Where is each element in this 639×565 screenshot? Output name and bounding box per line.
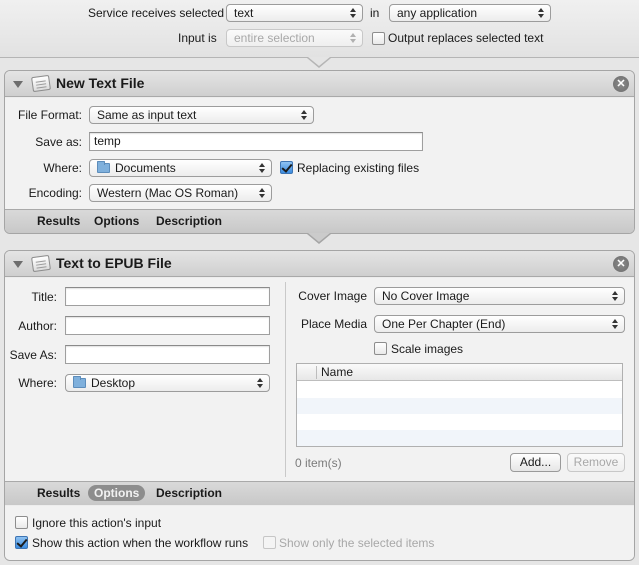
folder-icon bbox=[97, 161, 110, 173]
author-label: Author: bbox=[18, 319, 57, 333]
popup-arrows-icon bbox=[612, 290, 618, 302]
new-text-file-action: New Text File ✕ File Format: Same as inp… bbox=[4, 70, 635, 234]
save-as-label: Save as: bbox=[35, 135, 82, 149]
input-type-popup[interactable]: text bbox=[226, 4, 363, 22]
where-label: Where: bbox=[18, 376, 57, 390]
place-media-label: Place Media bbox=[300, 317, 367, 331]
where-popup[interactable]: Documents bbox=[89, 159, 272, 177]
column-separator bbox=[316, 366, 317, 379]
file-format-popup[interactable]: Same as input text bbox=[89, 106, 314, 124]
encoding-value: Western (Mac OS Roman) bbox=[97, 186, 239, 200]
table-row bbox=[297, 414, 622, 430]
connector-notch-fill bbox=[308, 57, 330, 66]
action-footer: Results Options Description bbox=[5, 209, 634, 233]
popup-arrows-icon bbox=[350, 7, 356, 19]
replacing-label: Replacing existing files bbox=[297, 161, 420, 175]
disclosure-triangle-icon[interactable] bbox=[13, 261, 23, 268]
remove-button[interactable]: Remove bbox=[567, 453, 625, 472]
place-media-value: One Per Chapter (End) bbox=[382, 317, 506, 331]
tab-results[interactable]: Results bbox=[31, 213, 86, 229]
popup-arrows-icon bbox=[301, 109, 307, 121]
where-label: Where: bbox=[43, 161, 82, 175]
action-header[interactable]: Text to EPUB File ✕ bbox=[5, 251, 634, 277]
popup-arrows-icon bbox=[257, 377, 263, 389]
cover-image-popup[interactable]: No Cover Image bbox=[374, 287, 625, 305]
table-row bbox=[297, 382, 622, 398]
popup-arrows-icon bbox=[538, 7, 544, 19]
close-icon[interactable]: ✕ bbox=[613, 256, 629, 272]
scale-images-label: Scale images bbox=[391, 342, 464, 356]
table-row bbox=[297, 430, 622, 446]
text-to-epub-action: Text to EPUB File ✕ Title: Author: Save … bbox=[4, 250, 635, 561]
encoding-popup[interactable]: Western (Mac OS Roman) bbox=[89, 184, 272, 202]
action-footer: Results Options Description bbox=[5, 481, 634, 505]
table-row bbox=[297, 398, 622, 414]
input-is-value: entire selection bbox=[234, 31, 315, 45]
close-icon[interactable]: ✕ bbox=[613, 76, 629, 92]
file-format-label: File Format: bbox=[17, 108, 82, 122]
tab-description[interactable]: Description bbox=[150, 213, 228, 229]
table-header: Name bbox=[297, 364, 622, 381]
column-divider bbox=[285, 282, 286, 477]
in-label: in bbox=[370, 6, 380, 20]
input-type-value: text bbox=[234, 6, 254, 20]
where-value: Desktop bbox=[91, 376, 136, 390]
application-value: any application bbox=[397, 6, 478, 20]
replacing-checkbox[interactable] bbox=[280, 161, 293, 174]
title-label: Title: bbox=[31, 290, 57, 304]
cover-image-label: Cover Image bbox=[298, 289, 367, 303]
action-title: New Text File bbox=[56, 75, 145, 91]
folder-icon bbox=[73, 376, 86, 388]
add-button[interactable]: Add... bbox=[510, 453, 561, 472]
input-is-label: Input is bbox=[178, 31, 217, 45]
popup-arrows-icon bbox=[612, 318, 618, 330]
application-popup[interactable]: any application bbox=[389, 4, 551, 22]
show-action-checkbox[interactable] bbox=[15, 536, 28, 549]
where-value: Documents bbox=[115, 161, 176, 175]
save-as-field[interactable]: temp bbox=[89, 132, 423, 151]
tab-results[interactable]: Results bbox=[31, 485, 86, 501]
output-replaces-checkbox[interactable] bbox=[372, 32, 385, 45]
tab-options[interactable]: Options bbox=[88, 485, 146, 501]
disclosure-triangle-icon[interactable] bbox=[13, 81, 23, 88]
connector-notch-fill bbox=[308, 233, 330, 242]
where-popup[interactable]: Desktop bbox=[65, 374, 270, 392]
action-body: File Format: Same as input text Save as:… bbox=[5, 98, 634, 209]
popup-arrows-icon bbox=[259, 162, 265, 174]
input-is-popup[interactable]: entire selection bbox=[226, 29, 363, 47]
save-as-label: Save As: bbox=[9, 348, 57, 362]
popup-arrows-icon bbox=[259, 187, 265, 199]
action-title: Text to EPUB File bbox=[56, 255, 172, 271]
text-file-icon bbox=[31, 74, 51, 93]
action-options: Ignore this action's input Show this act… bbox=[5, 506, 634, 560]
media-table[interactable]: Name bbox=[296, 363, 623, 447]
item-count: 0 item(s) bbox=[295, 456, 342, 470]
ignore-input-label: Ignore this action's input bbox=[32, 516, 162, 530]
title-field[interactable] bbox=[65, 287, 270, 306]
name-column-header[interactable]: Name bbox=[321, 365, 353, 379]
show-action-label: Show this action when the workflow runs bbox=[32, 536, 249, 550]
service-settings-bar: Service receives selected text in any ap… bbox=[0, 0, 639, 58]
author-field[interactable] bbox=[65, 316, 270, 335]
save-as-field[interactable] bbox=[65, 345, 270, 364]
output-replaces-label: Output replaces selected text bbox=[388, 31, 544, 45]
action-body: Title: Author: Save As: Where: Desktop C… bbox=[5, 278, 634, 481]
file-format-value: Same as input text bbox=[97, 108, 197, 122]
encoding-label: Encoding: bbox=[28, 186, 82, 200]
show-only-selected-checkbox[interactable] bbox=[263, 536, 276, 549]
scale-images-checkbox[interactable] bbox=[374, 342, 387, 355]
cover-image-value: No Cover Image bbox=[382, 289, 470, 303]
place-media-popup[interactable]: One Per Chapter (End) bbox=[374, 315, 625, 333]
popup-arrows-icon bbox=[350, 32, 356, 44]
service-receives-label: Service receives selected bbox=[88, 6, 225, 20]
action-header[interactable]: New Text File ✕ bbox=[5, 71, 634, 97]
ignore-input-checkbox[interactable] bbox=[15, 516, 28, 529]
tab-description[interactable]: Description bbox=[150, 485, 228, 501]
tab-options[interactable]: Options bbox=[88, 213, 145, 229]
epub-file-icon bbox=[31, 254, 51, 273]
show-only-selected-label: Show only the selected items bbox=[279, 536, 435, 550]
